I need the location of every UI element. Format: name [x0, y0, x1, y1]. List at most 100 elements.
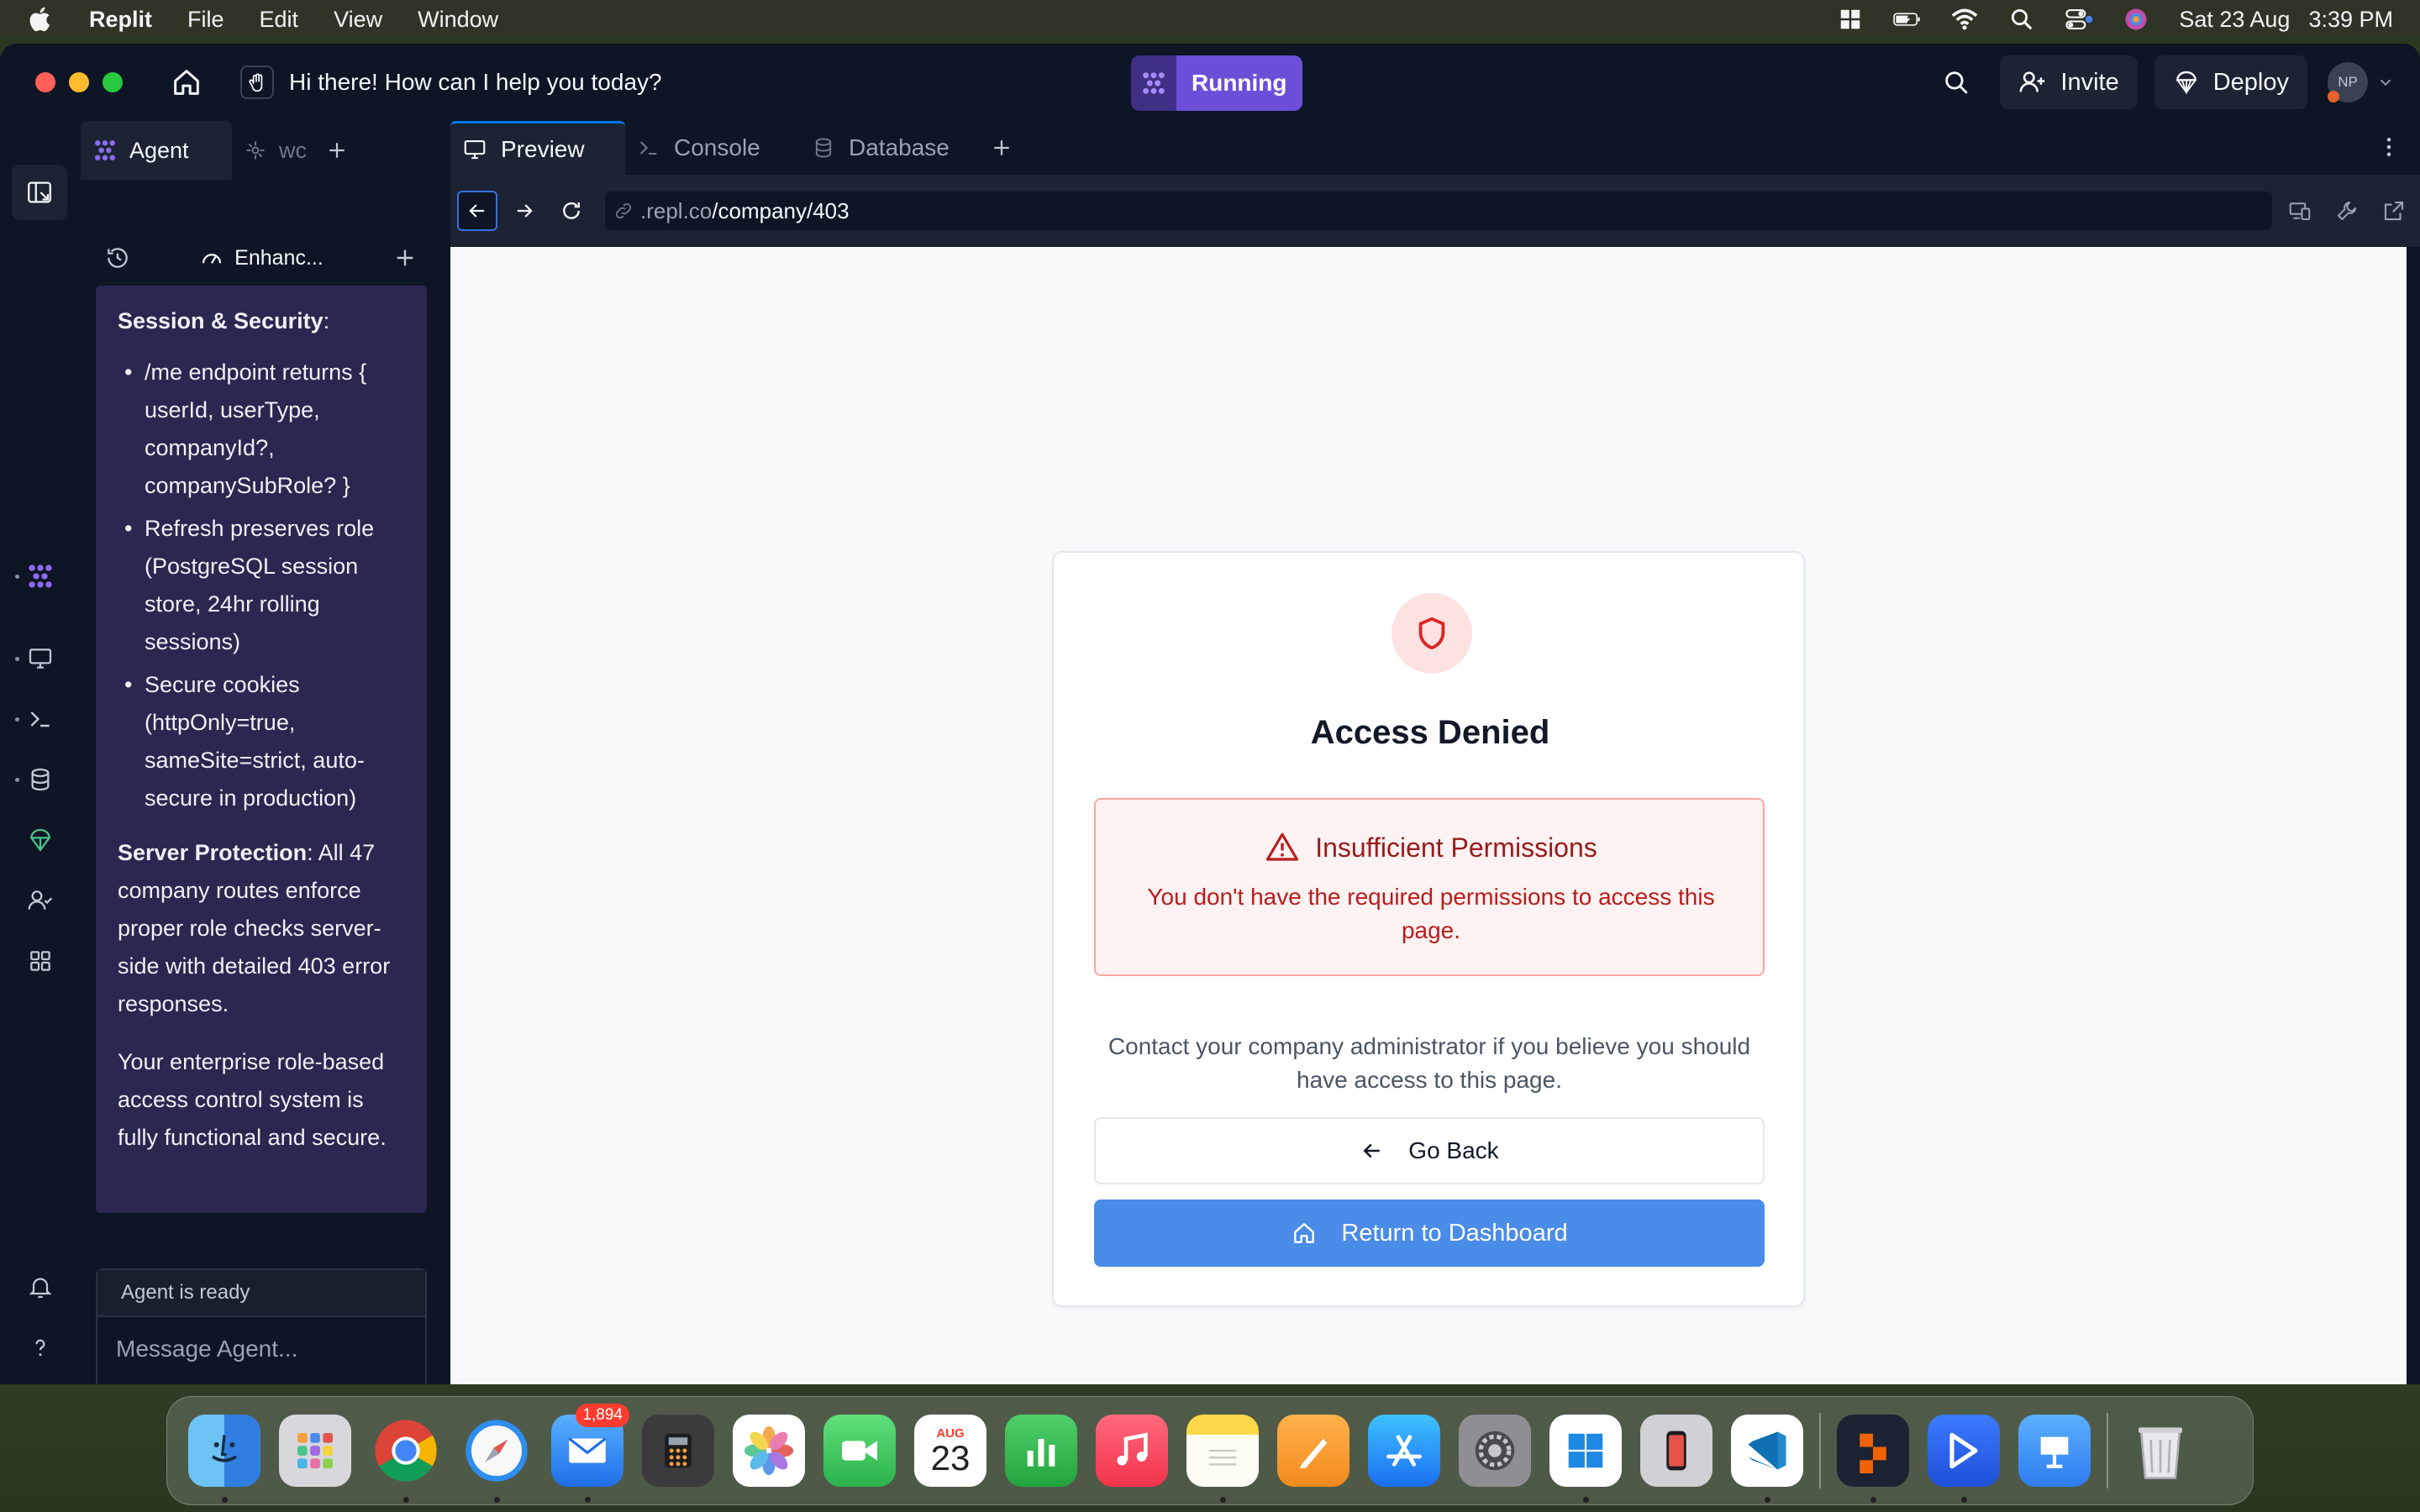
rail-help[interactable] — [24, 1331, 57, 1364]
dock-mail[interactable]: 1,894 — [542, 1404, 633, 1503]
rail-notifications[interactable] — [24, 1270, 57, 1304]
invite-button[interactable]: Invite — [2000, 55, 2138, 109]
menubar-date[interactable]: Sat 23 Aug — [2179, 7, 2290, 33]
replit-window: Hi there! How can I help you today? Runn… — [0, 44, 2420, 1384]
avatar[interactable]: NP — [2328, 62, 2368, 102]
tab-console[interactable]: Console — [625, 121, 800, 175]
rail-toggle-sidebar[interactable] — [12, 165, 67, 220]
dock-trash[interactable] — [2115, 1405, 2206, 1496]
menubar-time[interactable]: 3:39 PM — [2308, 7, 2393, 33]
dock-facetime[interactable] — [814, 1405, 905, 1496]
search-button[interactable] — [1929, 55, 1983, 109]
wrench-icon[interactable] — [2334, 198, 2360, 223]
reload-button[interactable] — [551, 191, 592, 231]
tab-database[interactable]: Database — [800, 121, 975, 175]
agent-prompt-title[interactable]: Hi there! How can I help you today? — [289, 69, 662, 96]
arrow-left-icon — [469, 204, 485, 218]
dock-calculator[interactable] — [633, 1405, 723, 1496]
rail-console[interactable] — [24, 702, 57, 736]
siri-icon[interactable] — [2122, 7, 2150, 32]
running-indicator — [585, 1497, 591, 1503]
rail-database[interactable] — [24, 763, 57, 796]
rail-agent[interactable] — [24, 559, 57, 593]
database-icon — [31, 768, 50, 791]
back-button[interactable] — [457, 191, 497, 231]
launchpad-icon — [279, 1415, 351, 1487]
deploy-label: Deploy — [2212, 68, 2289, 96]
menu-edit[interactable]: Edit — [260, 7, 299, 33]
add-tab-button[interactable] — [975, 135, 1028, 160]
account-menu[interactable]: NP — [2328, 62, 2395, 102]
search-icon — [1945, 71, 1969, 94]
dock-photos[interactable] — [723, 1405, 814, 1496]
dock-finder[interactable] — [179, 1405, 270, 1503]
dock-pages[interactable] — [1268, 1405, 1359, 1496]
message-input[interactable]: Message Agent... — [97, 1317, 425, 1362]
battery-icon[interactable] — [1893, 7, 1922, 32]
gear-icon — [1459, 1415, 1531, 1487]
dock-vscode[interactable] — [1722, 1405, 1812, 1503]
kebab-menu-icon[interactable] — [2376, 134, 2402, 160]
bell-icon — [29, 1278, 52, 1299]
wifi-icon[interactable] — [1950, 7, 1979, 32]
running-indicator — [1583, 1497, 1589, 1503]
agent-mode-label: Enhanc... — [234, 245, 324, 270]
zoom-window-button[interactable] — [103, 72, 123, 92]
open-external-icon[interactable] — [2381, 198, 2407, 223]
go-back-label: Go Back — [1408, 1137, 1499, 1163]
tab-database-label: Database — [849, 134, 950, 160]
dock-remote-desktop[interactable] — [1918, 1405, 2009, 1503]
history-icon[interactable] — [104, 244, 131, 271]
return-to-dashboard-button[interactable]: Return to Dashboard — [1094, 1200, 1765, 1267]
devices-icon[interactable] — [2287, 198, 2312, 223]
dock-replit[interactable] — [1828, 1405, 1918, 1503]
windows-app-icon[interactable] — [1836, 7, 1865, 32]
dock-launchpad[interactable] — [270, 1405, 360, 1496]
control-center-icon[interactable] — [2065, 7, 2093, 32]
apple-icon[interactable] — [27, 5, 55, 34]
dock-music[interactable] — [1086, 1405, 1177, 1496]
vscode-icon — [1731, 1415, 1803, 1487]
spotlight-search-icon[interactable] — [2007, 7, 2036, 32]
deploy-button[interactable]: Deploy — [2154, 55, 2307, 109]
list-item: Refresh preserves role (PostgreSQL sessi… — [118, 510, 405, 661]
menu-view[interactable]: View — [334, 7, 382, 33]
go-back-button[interactable]: Go Back — [1094, 1117, 1765, 1184]
rail-preview[interactable] — [24, 642, 57, 675]
tab-workflow[interactable]: wc — [232, 121, 319, 180]
alert-title: Insufficient Permissions — [1315, 832, 1597, 863]
agent-mode-selector[interactable]: Enhanc... — [199, 245, 324, 270]
dock-numbers[interactable] — [996, 1405, 1086, 1496]
menu-app-name[interactable]: Replit — [89, 7, 152, 33]
dock-calendar[interactable]: AUG 23 — [905, 1405, 996, 1496]
rail-users[interactable] — [24, 884, 57, 917]
home-icon[interactable] — [170, 66, 203, 99]
dock-system-settings[interactable] — [1449, 1405, 1540, 1496]
minimize-window-button[interactable] — [69, 72, 89, 92]
tab-preview[interactable]: Preview — [450, 121, 625, 175]
dock-windows-app[interactable] — [1540, 1405, 1631, 1503]
agent-panel-tabs: Agent wc — [81, 121, 439, 180]
rail-all-tools[interactable] — [24, 944, 57, 978]
run-status-button[interactable]: Running — [1131, 55, 1302, 111]
running-indicator — [1220, 1497, 1226, 1503]
gauge-icon — [203, 254, 222, 264]
dock-iphone-mirroring[interactable] — [1631, 1405, 1722, 1496]
dock-chrome[interactable] — [360, 1405, 451, 1503]
new-chat-plus-icon[interactable] — [392, 244, 418, 271]
dock-safari[interactable] — [451, 1405, 542, 1503]
window-controls — [35, 72, 123, 92]
menu-file[interactable]: File — [187, 7, 224, 33]
dock-app-store[interactable] — [1359, 1405, 1449, 1496]
list-item: /me endpoint returns { userId, userType,… — [118, 354, 405, 505]
rail-deployments[interactable] — [24, 823, 57, 857]
dock-keynote[interactable] — [2009, 1405, 2100, 1496]
url-field[interactable]: .repl.co /company/403 — [605, 192, 2272, 230]
new-tab-plus-icon[interactable] — [324, 138, 350, 163]
dock-notes[interactable] — [1177, 1405, 1268, 1503]
menu-window[interactable]: Window — [418, 7, 498, 33]
tab-agent[interactable]: Agent — [81, 121, 232, 180]
forward-button[interactable] — [504, 191, 544, 231]
close-window-button[interactable] — [35, 72, 55, 92]
plus-icon — [994, 140, 1009, 155]
